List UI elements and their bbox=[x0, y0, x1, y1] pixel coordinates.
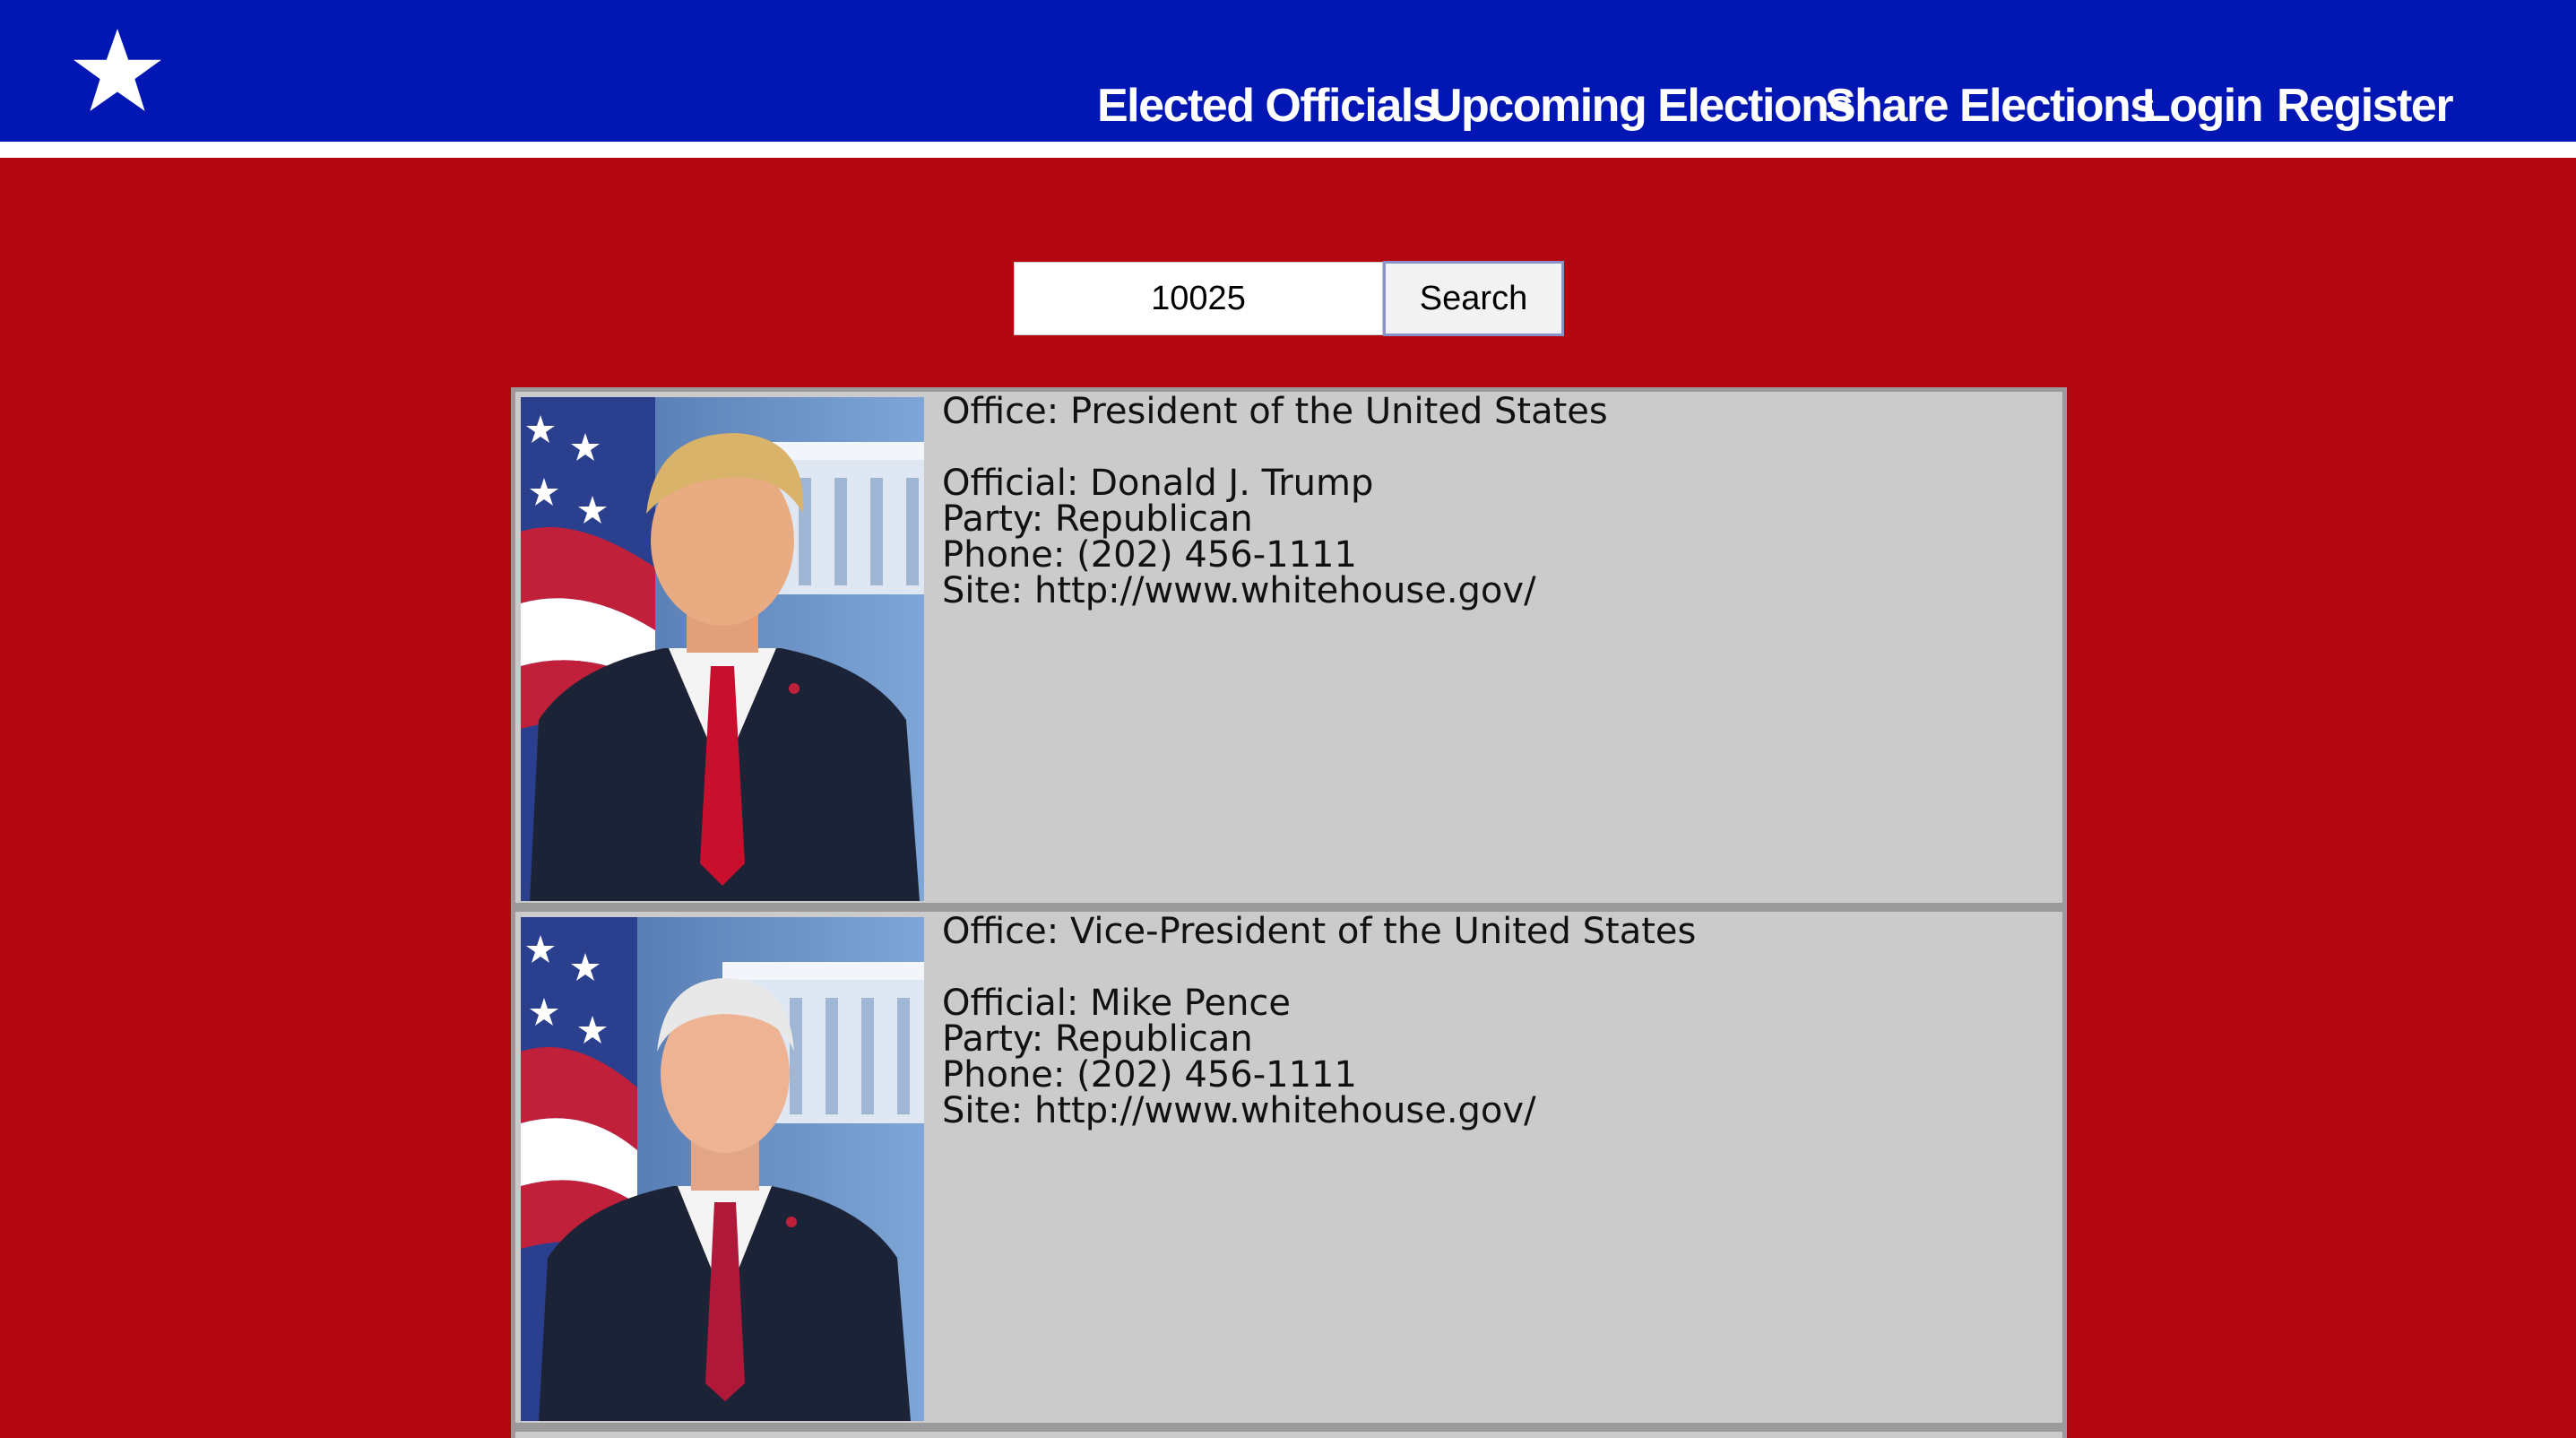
nav-share-elections[interactable]: Share Elections bbox=[1825, 80, 2156, 132]
zip-search-input[interactable] bbox=[1014, 262, 1383, 335]
official-info: Office: Vice-President of the United Sta… bbox=[942, 914, 1696, 1129]
party-text: Party: Republican bbox=[942, 1018, 1253, 1060]
nav-register[interactable]: Register bbox=[2277, 80, 2454, 132]
search-bar: Search bbox=[1014, 261, 1564, 337]
site-text[interactable]: Site: http://www.whitehouse.gov/ bbox=[942, 1093, 1696, 1129]
nav-elected-officials[interactable]: Elected Officials bbox=[1097, 80, 1439, 132]
officials-list: Office: President of the United States O… bbox=[511, 387, 2067, 1438]
official-name-text: Official: Mike Pence bbox=[942, 983, 1292, 1024]
phone-text: Phone: (202) 456-1111 bbox=[942, 1054, 1357, 1096]
official-photo bbox=[521, 397, 924, 901]
search-button[interactable]: Search bbox=[1383, 261, 1564, 336]
official-card-partial bbox=[511, 1427, 2067, 1438]
site-text[interactable]: Site: http://www.whitehouse.gov/ bbox=[942, 573, 1608, 609]
official-info: Office: President of the United States O… bbox=[942, 394, 1608, 609]
nav-login[interactable]: Login bbox=[2142, 80, 2264, 132]
official-photo bbox=[521, 917, 924, 1421]
phone-text: Phone: (202) 456-1111 bbox=[942, 534, 1357, 576]
official-name-text: Official: Donald J. Trump bbox=[942, 463, 1374, 504]
star-icon[interactable] bbox=[72, 25, 163, 117]
top-navbar: Elected Officials Upcoming Elections Sha… bbox=[0, 0, 2576, 158]
official-card: Office: Vice-President of the United Sta… bbox=[511, 907, 2067, 1427]
official-card: Office: President of the United States O… bbox=[511, 387, 2067, 907]
nav-upcoming-elections[interactable]: Upcoming Elections bbox=[1429, 80, 1854, 132]
office-text: Office: Vice-President of the United Sta… bbox=[942, 911, 1697, 952]
party-text: Party: Republican bbox=[942, 498, 1253, 540]
office-text: Office: President of the United States bbox=[942, 391, 1608, 432]
